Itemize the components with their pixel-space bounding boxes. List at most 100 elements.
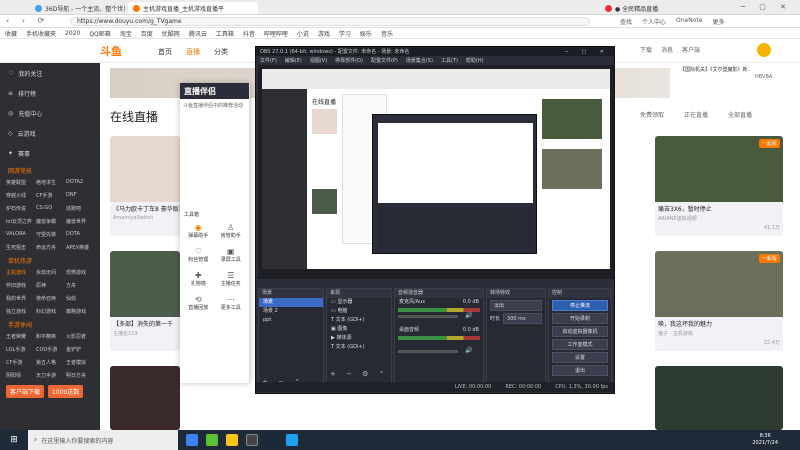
tool-danmu[interactable]: ◉ 弹幕助手	[183, 223, 214, 239]
sidebar-tag[interactable]: 王者模拟	[66, 359, 94, 366]
sidebar-tag[interactable]: LOL手游	[6, 346, 34, 353]
volume-slider[interactable]	[398, 350, 458, 353]
scene-item[interactable]: 场景	[259, 298, 323, 307]
filter-all[interactable]: 全部直播	[728, 110, 752, 119]
nav-buttons[interactable]: ‹ › ⟳	[6, 16, 49, 25]
sidebar-tag[interactable]: 使命召唤	[36, 295, 64, 302]
sidebar-item-cloud[interactable]: ◇ 云游戏	[0, 123, 100, 143]
menu-scene-collection[interactable]: 场景集合(S)	[406, 57, 433, 64]
bookmark-item[interactable]: 2020	[65, 30, 80, 37]
sidebar-tag[interactable]: COD手游	[36, 346, 64, 353]
window-controls[interactable]: ─ ▢ ✕	[741, 3, 792, 11]
menu-tools[interactable]: 工具(T)	[441, 57, 458, 64]
speaker-icon[interactable]: 🔊	[465, 347, 472, 354]
sidebar-tag[interactable]: 穿越火线	[6, 192, 34, 199]
header-download[interactable]: 下载	[640, 45, 652, 54]
duration-input[interactable]: 300 ms	[503, 313, 542, 324]
tool-task[interactable]: ☰ 主播任务	[216, 271, 247, 287]
tool-gift[interactable]: ✚ 礼物墙	[183, 271, 214, 287]
menu-file[interactable]: 文件(F)	[260, 57, 277, 64]
bookmark-item[interactable]: 优酷网	[162, 29, 180, 38]
source-item[interactable]: ▭ 电脑	[327, 307, 391, 316]
stream-card[interactable]: 【多部】消失的第一千 主播名123	[110, 251, 180, 351]
sidebar-tag[interactable]: 科幻游戏	[36, 308, 64, 315]
bookmark-item[interactable]: 百度	[141, 29, 153, 38]
start-recording-button[interactable]: 开始录制	[552, 313, 608, 324]
windows-start-icon[interactable]: ⊞	[0, 430, 28, 450]
browser-tab[interactable]: 36D导航 - 一个主流、整个世界	[30, 2, 125, 14]
nav-category[interactable]: 分类	[214, 47, 228, 57]
sidebar-tag[interactable]: 明日方舟	[66, 372, 94, 379]
sidebar-tag[interactable]: 炉石传说	[6, 205, 34, 212]
sidebar-tag[interactable]: CS:GO	[36, 205, 64, 212]
header-client[interactable]: 客户端	[682, 45, 700, 54]
window-controls[interactable]: ─ ▢ ✕	[565, 49, 610, 55]
sidebar-tag[interactable]: 王者荣耀	[6, 333, 34, 340]
toolbar-find[interactable]: 查找	[620, 17, 632, 26]
sidebar-tag[interactable]: 仙剑	[66, 295, 94, 302]
exit-button[interactable]: 退出	[552, 365, 608, 376]
sidebar-tag[interactable]: DOTA2	[66, 179, 94, 186]
sidebar-tag[interactable]: lol云顶之弈	[6, 218, 34, 225]
sidebar-item-follow[interactable]: ♡ 我的关注	[0, 63, 100, 83]
sidebar-tag[interactable]: 天刀手游	[36, 372, 64, 379]
filter-live[interactable]: 正在直播	[684, 110, 708, 119]
system-clock[interactable]: 8:36 2021/7/24	[752, 433, 778, 447]
sidebar-tag[interactable]: 我的世界	[6, 295, 34, 302]
explorer-icon[interactable]	[226, 434, 238, 446]
sidebar-tag[interactable]: 怀旧游戏	[6, 282, 34, 289]
sidebar-tag[interactable]: 主机游戏	[6, 269, 34, 276]
bookmark-item[interactable]: 小说	[297, 29, 309, 38]
sidebar-tag[interactable]: APEX英雄	[66, 244, 94, 251]
scene-item[interactable]: ppt	[259, 316, 323, 325]
tool-replay[interactable]: ⟲ 直播回放	[183, 295, 214, 311]
sidebar-tag[interactable]: 魔兽世界	[66, 218, 94, 225]
source-item[interactable]: ▣ 图像	[327, 325, 391, 334]
stream-card[interactable]: 《马力欧卡丁车8 豪华版》 AmamiyaSwitch	[110, 136, 180, 236]
bookmark-item[interactable]: 抖音	[243, 29, 255, 38]
bookmark-item[interactable]: 手机收藏夹	[26, 29, 56, 38]
browser-app-icon[interactable]	[206, 434, 218, 446]
source-item[interactable]: T 文本 (GDI+)	[327, 316, 391, 325]
sidebar-tag[interactable]: 恐怖游戏	[66, 269, 94, 276]
stream-card[interactable]	[110, 366, 180, 430]
sidebar-tag[interactable]: 原神	[36, 282, 64, 289]
sidebar-tag[interactable]: CF手游	[36, 192, 64, 199]
bookmark-item[interactable]: 工具箱	[216, 29, 234, 38]
bookmark-item[interactable]: 娱乐	[360, 29, 372, 38]
header-messages[interactable]: 消息	[661, 45, 673, 54]
stream-thumbnail[interactable]	[110, 136, 180, 202]
stream-title[interactable]: 【多部】消失的第一千	[110, 317, 180, 330]
bookmark-item[interactable]: 音乐	[381, 29, 393, 38]
obs-app-icon[interactable]	[246, 434, 258, 446]
tool-fans[interactable]: ♡ 粉丝管理	[183, 247, 214, 263]
menu-docks[interactable]: 停靠部件(D)	[335, 57, 363, 64]
sidebar-tag[interactable]: CF手游	[6, 359, 34, 366]
tool-admin[interactable]: ♙ 房管助手	[216, 223, 247, 239]
tool-more[interactable]: ⋯ 更多工具	[216, 295, 247, 311]
promo-button[interactable]: 1000送数	[48, 385, 84, 398]
avatar[interactable]	[757, 43, 771, 57]
stream-card[interactable]: 一起看 痛苦3X6，暂时停止 ARIANE虚拟视频 41.1万	[655, 136, 783, 236]
sidebar-tag[interactable]: 英雄联盟	[6, 179, 34, 186]
browser-tab-active[interactable]: 主机游戏直播_主机游戏直播平	[128, 2, 258, 14]
menu-profile[interactable]: 配置文件(P)	[371, 57, 398, 64]
bookmark-item[interactable]: 收藏	[5, 29, 17, 38]
source-item[interactable]: ▭ 显示器	[327, 298, 391, 307]
app-icon[interactable]	[286, 434, 298, 446]
filter-free[interactable]: 免费领取	[640, 110, 664, 119]
taskbar-search[interactable]: ⌕ 在这里输入你要搜索的内容	[28, 430, 178, 450]
sidebar-tag[interactable]: 策略游戏	[66, 308, 94, 315]
taskview-icon[interactable]	[186, 434, 198, 446]
stream-card[interactable]	[655, 366, 783, 430]
toolbar-account[interactable]: 个人中心	[642, 17, 666, 26]
sidebar-tag[interactable]: 逃跑吧	[66, 205, 94, 212]
scene-item[interactable]: 场景 2	[259, 307, 323, 316]
nav-live[interactable]: 直播	[186, 47, 200, 57]
stop-streaming-button[interactable]: 停止推流	[552, 300, 608, 311]
stream-thumbnail[interactable]	[655, 366, 783, 430]
sidebar-tag[interactable]: DNF	[66, 192, 94, 199]
sidebar-tag[interactable]: 绝地求生	[36, 179, 64, 186]
sidebar-tag[interactable]: 魔兽争霸	[36, 218, 64, 225]
sidebar-tag[interactable]: 命运方舟	[36, 244, 64, 251]
